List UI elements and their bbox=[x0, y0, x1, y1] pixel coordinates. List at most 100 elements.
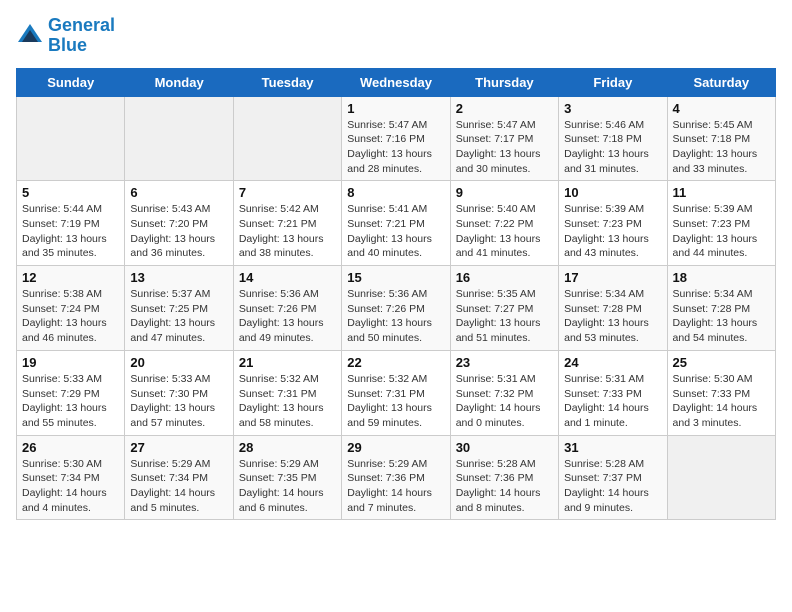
day-number: 9 bbox=[456, 185, 553, 200]
day-number: 26 bbox=[22, 440, 119, 455]
calendar-cell: 1 Sunrise: 5:47 AM Sunset: 7:16 PM Daylig… bbox=[342, 96, 450, 181]
day-number: 20 bbox=[130, 355, 227, 370]
calendar-cell: 27 Sunrise: 5:29 AM Sunset: 7:34 PM Dayli… bbox=[125, 435, 233, 520]
day-number: 10 bbox=[564, 185, 661, 200]
day-of-week-header: Saturday bbox=[667, 68, 775, 96]
day-number: 22 bbox=[347, 355, 444, 370]
cell-content: Sunrise: 5:39 AM Sunset: 7:23 PM Dayligh… bbox=[673, 202, 770, 261]
calendar-week-row: 12 Sunrise: 5:38 AM Sunset: 7:24 PM Dayli… bbox=[17, 266, 776, 351]
cell-content: Sunrise: 5:29 AM Sunset: 7:34 PM Dayligh… bbox=[130, 457, 227, 516]
cell-content: Sunrise: 5:31 AM Sunset: 7:33 PM Dayligh… bbox=[564, 372, 661, 431]
day-number: 6 bbox=[130, 185, 227, 200]
calendar-cell: 15 Sunrise: 5:36 AM Sunset: 7:26 PM Dayli… bbox=[342, 266, 450, 351]
cell-content: Sunrise: 5:47 AM Sunset: 7:17 PM Dayligh… bbox=[456, 118, 553, 177]
calendar-body: 1 Sunrise: 5:47 AM Sunset: 7:16 PM Daylig… bbox=[17, 96, 776, 520]
calendar-cell: 20Sunrise: 5:33 AM Sunset: 7:30 PM Dayli… bbox=[125, 350, 233, 435]
day-number: 29 bbox=[347, 440, 444, 455]
day-number: 4 bbox=[673, 101, 770, 116]
day-number: 25 bbox=[673, 355, 770, 370]
days-of-week-row: SundayMondayTuesdayWednesdayThursdayFrid… bbox=[17, 68, 776, 96]
cell-content: Sunrise: 5:36 AM Sunset: 7:26 PM Dayligh… bbox=[239, 287, 336, 346]
day-of-week-header: Sunday bbox=[17, 68, 125, 96]
day-number: 17 bbox=[564, 270, 661, 285]
cell-content: Sunrise: 5:44 AM Sunset: 7:19 PM Dayligh… bbox=[22, 202, 119, 261]
day-number: 28 bbox=[239, 440, 336, 455]
calendar-cell bbox=[125, 96, 233, 181]
cell-content: Sunrise: 5:31 AM Sunset: 7:32 PM Dayligh… bbox=[456, 372, 553, 431]
calendar-table: SundayMondayTuesdayWednesdayThursdayFrid… bbox=[16, 68, 776, 521]
page-header: General Blue bbox=[16, 16, 776, 56]
calendar-cell: 30 Sunrise: 5:28 AM Sunset: 7:36 PM Dayli… bbox=[450, 435, 558, 520]
cell-content: Sunrise: 5:45 AM Sunset: 7:18 PM Dayligh… bbox=[673, 118, 770, 177]
cell-content: Sunrise: 5:46 AM Sunset: 7:18 PM Dayligh… bbox=[564, 118, 661, 177]
calendar-week-row: 19 Sunrise: 5:33 AM Sunset: 7:29 PM Dayli… bbox=[17, 350, 776, 435]
calendar-cell: 7 Sunrise: 5:42 AM Sunset: 7:21 PM Daylig… bbox=[233, 181, 341, 266]
cell-content: Sunrise: 5:28 AM Sunset: 7:36 PM Dayligh… bbox=[456, 457, 553, 516]
day-number: 5 bbox=[22, 185, 119, 200]
day-number: 21 bbox=[239, 355, 336, 370]
calendar-cell: 28Sunrise: 5:29 AM Sunset: 7:35 PM Dayli… bbox=[233, 435, 341, 520]
day-number: 8 bbox=[347, 185, 444, 200]
day-number: 3 bbox=[564, 101, 661, 116]
cell-content: Sunrise: 5:39 AM Sunset: 7:23 PM Dayligh… bbox=[564, 202, 661, 261]
calendar-cell: 9 Sunrise: 5:40 AM Sunset: 7:22 PM Daylig… bbox=[450, 181, 558, 266]
day-number: 2 bbox=[456, 101, 553, 116]
calendar-cell: 6Sunrise: 5:43 AM Sunset: 7:20 PM Daylig… bbox=[125, 181, 233, 266]
calendar-cell: 22Sunrise: 5:32 AM Sunset: 7:31 PM Dayli… bbox=[342, 350, 450, 435]
calendar-cell: 31Sunrise: 5:28 AM Sunset: 7:37 PM Dayli… bbox=[559, 435, 667, 520]
calendar-week-row: 26Sunrise: 5:30 AM Sunset: 7:34 PM Dayli… bbox=[17, 435, 776, 520]
day-number: 1 bbox=[347, 101, 444, 116]
day-number: 11 bbox=[673, 185, 770, 200]
day-number: 23 bbox=[456, 355, 553, 370]
day-number: 15 bbox=[347, 270, 444, 285]
calendar-cell bbox=[667, 435, 775, 520]
calendar-cell: 25 Sunrise: 5:30 AM Sunset: 7:33 PM Dayli… bbox=[667, 350, 775, 435]
day-number: 12 bbox=[22, 270, 119, 285]
calendar-cell: 12 Sunrise: 5:38 AM Sunset: 7:24 PM Dayli… bbox=[17, 266, 125, 351]
calendar-week-row: 1 Sunrise: 5:47 AM Sunset: 7:16 PM Daylig… bbox=[17, 96, 776, 181]
calendar-cell: 14Sunrise: 5:36 AM Sunset: 7:26 PM Dayli… bbox=[233, 266, 341, 351]
cell-content: Sunrise: 5:37 AM Sunset: 7:25 PM Dayligh… bbox=[130, 287, 227, 346]
cell-content: Sunrise: 5:32 AM Sunset: 7:31 PM Dayligh… bbox=[239, 372, 336, 431]
calendar-cell: 18Sunrise: 5:34 AM Sunset: 7:28 PM Dayli… bbox=[667, 266, 775, 351]
cell-content: Sunrise: 5:33 AM Sunset: 7:29 PM Dayligh… bbox=[22, 372, 119, 431]
day-number: 13 bbox=[130, 270, 227, 285]
cell-content: Sunrise: 5:40 AM Sunset: 7:22 PM Dayligh… bbox=[456, 202, 553, 261]
day-number: 16 bbox=[456, 270, 553, 285]
calendar-cell: 2 Sunrise: 5:47 AM Sunset: 7:17 PM Daylig… bbox=[450, 96, 558, 181]
logo: General Blue bbox=[16, 16, 115, 56]
cell-content: Sunrise: 5:30 AM Sunset: 7:33 PM Dayligh… bbox=[673, 372, 770, 431]
day-of-week-header: Monday bbox=[125, 68, 233, 96]
day-of-week-header: Thursday bbox=[450, 68, 558, 96]
calendar-cell: 4 Sunrise: 5:45 AM Sunset: 7:18 PM Daylig… bbox=[667, 96, 775, 181]
day-of-week-header: Friday bbox=[559, 68, 667, 96]
logo-icon bbox=[16, 22, 44, 50]
calendar-cell: 10 Sunrise: 5:39 AM Sunset: 7:23 PM Dayli… bbox=[559, 181, 667, 266]
calendar-cell: 26Sunrise: 5:30 AM Sunset: 7:34 PM Dayli… bbox=[17, 435, 125, 520]
cell-content: Sunrise: 5:34 AM Sunset: 7:28 PM Dayligh… bbox=[564, 287, 661, 346]
calendar-cell: 13 Sunrise: 5:37 AM Sunset: 7:25 PM Dayli… bbox=[125, 266, 233, 351]
day-number: 7 bbox=[239, 185, 336, 200]
cell-content: Sunrise: 5:41 AM Sunset: 7:21 PM Dayligh… bbox=[347, 202, 444, 261]
calendar-cell: 19 Sunrise: 5:33 AM Sunset: 7:29 PM Dayli… bbox=[17, 350, 125, 435]
cell-content: Sunrise: 5:35 AM Sunset: 7:27 PM Dayligh… bbox=[456, 287, 553, 346]
calendar-cell: 21 Sunrise: 5:32 AM Sunset: 7:31 PM Dayli… bbox=[233, 350, 341, 435]
calendar-cell: 29Sunrise: 5:29 AM Sunset: 7:36 PM Dayli… bbox=[342, 435, 450, 520]
day-of-week-header: Tuesday bbox=[233, 68, 341, 96]
cell-content: Sunrise: 5:42 AM Sunset: 7:21 PM Dayligh… bbox=[239, 202, 336, 261]
day-number: 27 bbox=[130, 440, 227, 455]
day-number: 30 bbox=[456, 440, 553, 455]
cell-content: Sunrise: 5:38 AM Sunset: 7:24 PM Dayligh… bbox=[22, 287, 119, 346]
calendar-cell: 16 Sunrise: 5:35 AM Sunset: 7:27 PM Dayli… bbox=[450, 266, 558, 351]
day-number: 19 bbox=[22, 355, 119, 370]
calendar-cell: 23 Sunrise: 5:31 AM Sunset: 7:32 PM Dayli… bbox=[450, 350, 558, 435]
calendar-cell: 17 Sunrise: 5:34 AM Sunset: 7:28 PM Dayli… bbox=[559, 266, 667, 351]
calendar-cell: 8 Sunrise: 5:41 AM Sunset: 7:21 PM Daylig… bbox=[342, 181, 450, 266]
cell-content: Sunrise: 5:36 AM Sunset: 7:26 PM Dayligh… bbox=[347, 287, 444, 346]
logo-text: General Blue bbox=[48, 16, 115, 56]
calendar-cell: 24 Sunrise: 5:31 AM Sunset: 7:33 PM Dayli… bbox=[559, 350, 667, 435]
calendar-cell: 11 Sunrise: 5:39 AM Sunset: 7:23 PM Dayli… bbox=[667, 181, 775, 266]
day-number: 24 bbox=[564, 355, 661, 370]
day-number: 18 bbox=[673, 270, 770, 285]
cell-content: Sunrise: 5:47 AM Sunset: 7:16 PM Dayligh… bbox=[347, 118, 444, 177]
